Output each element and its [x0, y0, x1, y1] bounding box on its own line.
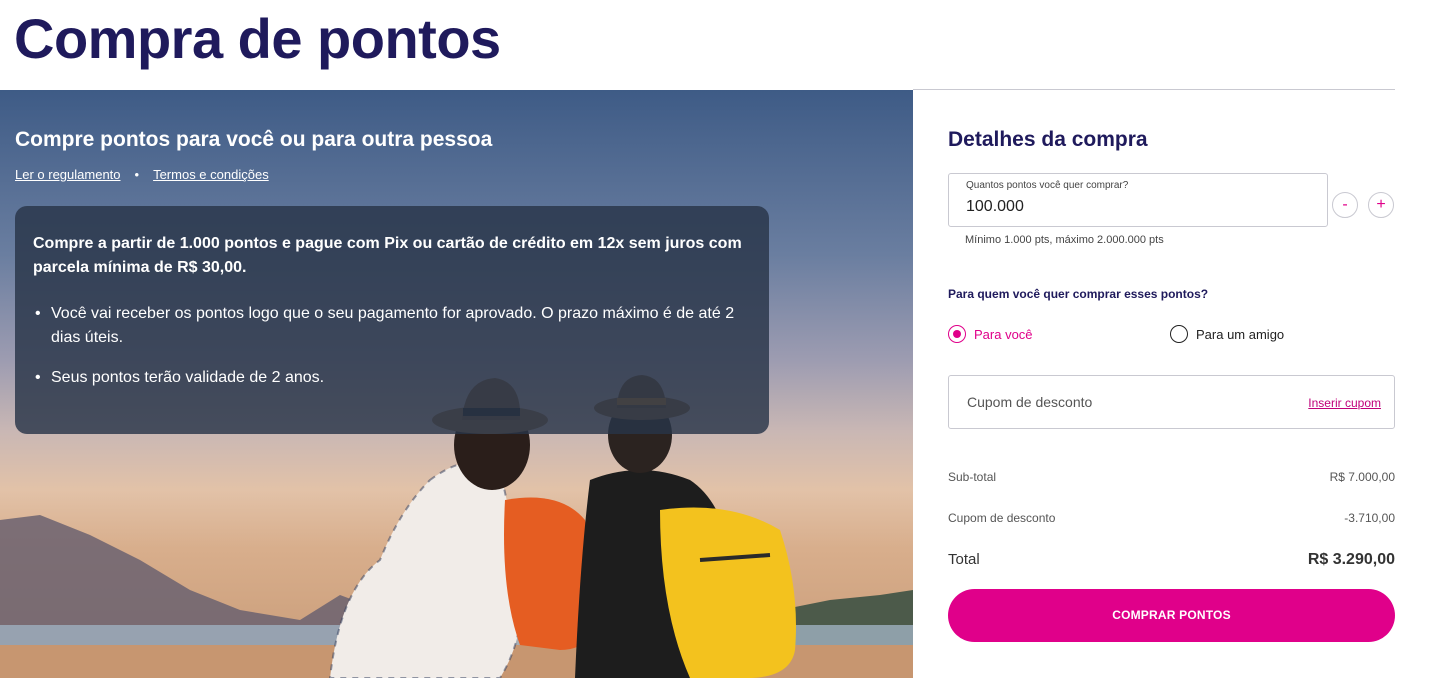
decrease-points-button[interactable]: - [1332, 192, 1358, 218]
radio-for-friend[interactable]: Para um amigo [1170, 325, 1284, 343]
points-range-hint: Mínimo 1.000 pts, máximo 2.000.000 pts [965, 234, 1164, 246]
radio-unselected-icon[interactable] [1170, 325, 1188, 343]
coupon-field[interactable]: Cupom de desconto Inserir cupom [948, 375, 1395, 429]
discount-row: Cupom de desconto -3.710,00 [948, 511, 1395, 525]
radio-for-you[interactable]: Para você [948, 325, 1033, 343]
buy-points-button[interactable]: COMPRAR PONTOS [948, 589, 1395, 642]
info-list: Você vai receber os pontos logo que o se… [33, 302, 751, 390]
hero-banner: Compre pontos para você ou para outra pe… [0, 90, 913, 678]
info-card: Compre a partir de 1.000 pontos e pague … [15, 206, 769, 434]
info-intro: Compre a partir de 1.000 pontos e pague … [33, 235, 742, 276]
info-bullet: Seus pontos terão validade de 2 anos. [33, 366, 751, 390]
points-field-value[interactable]: 100.000 [966, 198, 1024, 216]
insert-coupon-link[interactable]: Inserir cupom [1308, 396, 1381, 410]
discount-label: Cupom de desconto [948, 511, 1056, 525]
subtotal-value: R$ 7.000,00 [1329, 470, 1395, 484]
hero-heading: Compre pontos para você ou para outra pe… [15, 128, 493, 151]
radio-selected-icon[interactable] [948, 325, 966, 343]
subtotal-row: Sub-total R$ 7.000,00 [948, 470, 1395, 484]
recipient-question: Para quem você quer comprar esses pontos… [948, 287, 1209, 301]
hero-links: Ler o regulamento • Termos e condições [15, 167, 269, 182]
radio-for-you-label: Para você [974, 326, 1033, 342]
info-bullet: Você vai receber os pontos logo que o se… [33, 302, 751, 350]
radio-for-friend-label: Para um amigo [1196, 326, 1285, 342]
discount-value: -3.710,00 [1344, 511, 1395, 525]
points-purchase-page: Compra de pontos Compre pontos para você… [0, 0, 1431, 678]
points-quantity-field[interactable]: Quantos pontos você quer comprar? 100.00… [948, 173, 1328, 227]
purchase-details-panel: Detalhes da compra Quantos pontos você q… [913, 90, 1431, 678]
purchase-details-title: Detalhes da compra [948, 128, 1148, 151]
total-row: Total R$ 3.290,00 [948, 551, 1395, 569]
subtotal-label: Sub-total [948, 470, 997, 484]
coupon-placeholder: Cupom de desconto [967, 394, 1093, 410]
page-title: Compra de pontos [14, 7, 501, 70]
increase-points-button[interactable]: + [1368, 192, 1394, 218]
links-separator: • [134, 167, 140, 182]
points-field-label: Quantos pontos você quer comprar? [966, 180, 1129, 191]
regulation-link[interactable]: Ler o regulamento [15, 167, 121, 182]
total-value: R$ 3.290,00 [1307, 551, 1395, 568]
terms-link[interactable]: Termos e condições [153, 167, 269, 182]
total-label: Total [948, 551, 980, 568]
